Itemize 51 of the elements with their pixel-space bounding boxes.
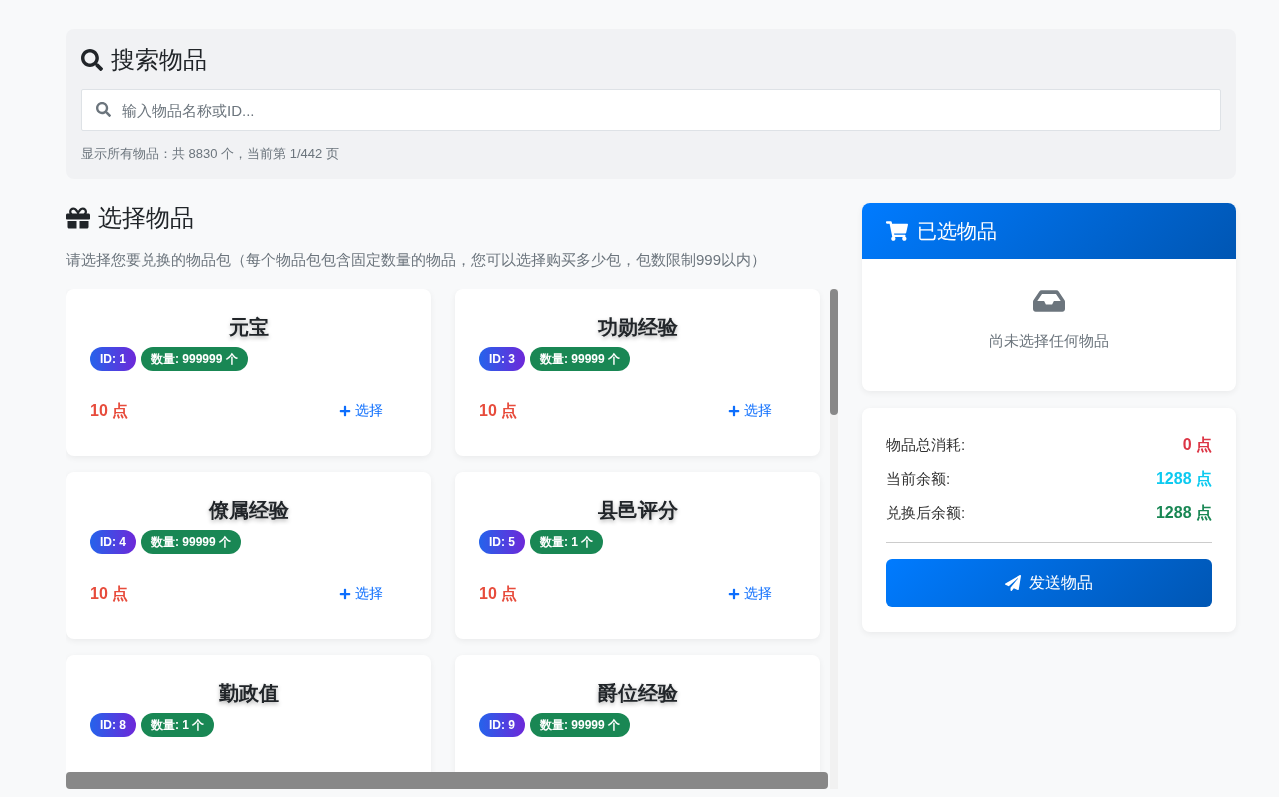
plus-icon (339, 588, 351, 600)
id-badge: ID: 5 (479, 530, 525, 554)
summary-value: 0 点 (1182, 434, 1212, 455)
item-price: 10 点 (90, 401, 129, 421)
results-summary: 显示所有物品：共 8830 个，当前第 1/442 页 (81, 145, 340, 163)
plus-icon (728, 588, 740, 600)
quantity-badge: 数量: 1 个 (530, 530, 604, 554)
select-button[interactable]: 选择 (716, 398, 784, 424)
section-description: 请选择您要兑换的物品包（每个物品包包含固定数量的物品，您可以选择购买多少包，包数限制999以内） (66, 250, 768, 270)
section-title: 选择物品 (98, 203, 194, 233)
cart-icon (886, 220, 908, 242)
id-badge: ID: 4 (90, 530, 136, 554)
search-field[interactable]: 输入物品名称或ID... (81, 89, 1221, 131)
item-price: 10 点 (479, 584, 518, 604)
plus-icon (728, 405, 740, 417)
summary-label: 物品总消耗: (886, 435, 966, 455)
quantity-badge: 数量: 1 个 (141, 713, 215, 737)
id-badge: ID: 9 (479, 713, 525, 737)
quantity-badge: 数量: 99999 个 (141, 530, 242, 554)
send-button[interactable]: 发送物品 (886, 559, 1212, 607)
select-button[interactable]: 选择 (716, 581, 784, 607)
search-title: 搜索物品 (111, 45, 207, 75)
quantity-badge: 数量: 99999 个 (530, 347, 631, 371)
summary-label: 当前余额: (886, 469, 951, 489)
item-name: 勤政值 (218, 681, 279, 706)
id-badge: ID: 8 (90, 713, 136, 737)
panel-title: 已选物品 (917, 218, 997, 244)
select-button[interactable]: 选择 (327, 398, 395, 424)
id-badge: ID: 1 (90, 347, 136, 371)
horizontal-scrollbar-thumb[interactable] (66, 772, 828, 789)
search-icon (81, 49, 103, 71)
gift-icon (66, 206, 90, 230)
id-badge: ID: 3 (479, 347, 525, 371)
summary-label: 兑换后余额: (886, 503, 966, 523)
item-name: 僚属经验 (208, 498, 289, 523)
quantity-badge: 数量: 999999 个 (141, 347, 248, 371)
summary-value: 1288 点 (1155, 502, 1212, 523)
item-name: 元宝 (228, 315, 269, 340)
item-name: 功勋经验 (597, 315, 678, 340)
plus-icon (339, 405, 351, 417)
paper-plane-icon (1005, 575, 1021, 591)
item-price: 10 点 (479, 401, 518, 421)
vertical-scrollbar-thumb[interactable] (830, 289, 838, 415)
item-price: 10 点 (90, 584, 129, 604)
select-button[interactable]: 选择 (327, 581, 395, 607)
summary-value: 1288 点 (1155, 468, 1212, 489)
search-icon (96, 102, 111, 117)
item-name: 爵位经验 (597, 681, 678, 706)
quantity-badge: 数量: 99999 个 (530, 713, 631, 737)
empty-message: 尚未选择任何物品 (989, 331, 1109, 351)
item-name: 县邑评分 (597, 498, 678, 523)
